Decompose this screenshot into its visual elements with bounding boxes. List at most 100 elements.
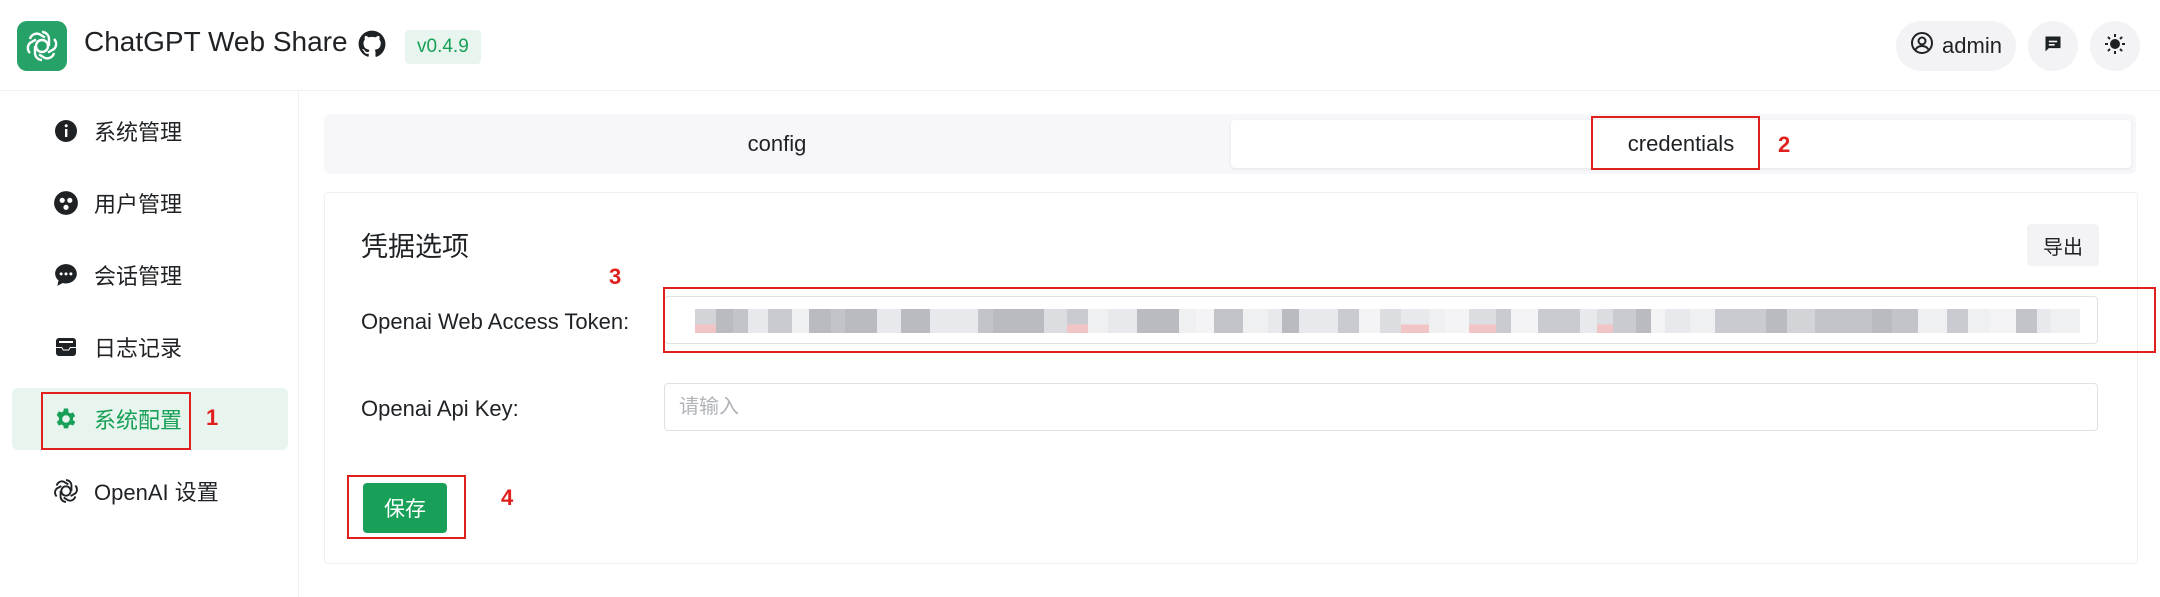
gear-icon — [52, 405, 80, 433]
info-icon — [52, 117, 80, 145]
annotation-number-2: 2 — [1778, 132, 1791, 157]
mosaic-block — [1196, 309, 1215, 333]
mosaic-block — [1359, 309, 1380, 333]
mosaic-block — [1635, 309, 1651, 333]
mosaic-block — [791, 309, 809, 333]
mosaic-block — [859, 309, 877, 333]
mosaic-block — [715, 309, 733, 333]
message-icon — [2043, 34, 2063, 59]
mosaic-block — [1650, 309, 1665, 333]
mosaic-block — [732, 309, 748, 333]
tab-credentials[interactable]: credentials — [1231, 120, 2131, 168]
mosaic-block — [900, 309, 930, 333]
mosaic-block — [1214, 309, 1244, 333]
api-key-field[interactable] — [664, 383, 2098, 431]
mosaic-block — [1579, 309, 1597, 333]
mosaic-block — [1108, 309, 1138, 333]
access-token-label: Openai Web Access Token: — [361, 309, 630, 334]
mosaic-block — [1428, 309, 1445, 333]
mosaic-block — [1947, 309, 1969, 333]
mosaic-block — [1243, 309, 1269, 333]
mosaic-block — [2051, 309, 2081, 333]
mosaic-block — [1020, 309, 1044, 333]
annotation-number-1: 1 — [206, 405, 219, 430]
sidebar-item-log-record[interactable]: 日志记录 — [12, 316, 288, 378]
chat-icon — [52, 261, 80, 289]
mosaic-block — [1558, 309, 1580, 333]
mosaic-block — [1324, 309, 1339, 333]
inbox-icon — [52, 333, 80, 361]
mosaic-block — [767, 309, 792, 333]
annotation-number-4: 4 — [501, 485, 514, 510]
sidebar-item-openai-settings[interactable]: OpenAI 设置 — [12, 460, 288, 522]
tab-bar: config credentials — [324, 114, 2136, 174]
openai-icon — [52, 477, 80, 505]
mosaic-block — [1766, 309, 1788, 333]
mosaic-block — [1179, 309, 1197, 333]
mosaic-block — [695, 309, 716, 333]
sidebar-item-system-manage[interactable]: 系统管理 — [12, 100, 288, 162]
mosaic-block — [1380, 309, 1401, 333]
mosaic-block — [1815, 309, 1831, 333]
users-icon — [52, 189, 80, 217]
mosaic-block — [1137, 309, 1159, 333]
mosaic-block — [2016, 309, 2038, 333]
mosaic-block — [1612, 309, 1636, 333]
access-token-field[interactable] — [664, 296, 2098, 344]
mosaic-block — [1468, 309, 1496, 333]
theme-toggle-button[interactable] — [2090, 21, 2140, 71]
mosaic-block — [1067, 309, 1089, 333]
mosaic-block — [1990, 309, 2017, 333]
mosaic-block — [1714, 309, 1734, 333]
mosaic-block — [1158, 309, 1180, 333]
export-button[interactable]: 导出 — [2027, 224, 2099, 266]
sidebar-item-system-config[interactable]: 系统配置 — [12, 388, 288, 450]
mosaic-block — [1892, 309, 1919, 333]
credentials-card: 凭据选项 导出 Openai Web Access Token: Openai … — [324, 192, 2138, 564]
mosaic-block — [1444, 309, 1469, 333]
mosaic-block — [1851, 309, 1873, 333]
mosaic-block — [1510, 309, 1538, 333]
tab-config[interactable]: config — [328, 120, 1226, 168]
mosaic-block — [1918, 309, 1948, 333]
mosaic-block — [1282, 309, 1300, 333]
masked-token-value — [695, 309, 2081, 333]
message-button[interactable] — [2028, 21, 2078, 71]
openai-logo-icon[interactable] — [17, 21, 67, 71]
mosaic-block — [1088, 309, 1109, 333]
mosaic-block — [1299, 309, 1325, 333]
sidebar-item-user-manage[interactable]: 用户管理 — [12, 172, 288, 234]
user-menu-button[interactable]: admin — [1896, 21, 2016, 71]
mosaic-block — [2037, 309, 2052, 333]
mosaic-block — [1664, 309, 1690, 333]
mosaic-block — [844, 309, 860, 333]
mosaic-block — [977, 309, 993, 333]
mosaic-block — [1596, 309, 1613, 333]
user-circle-icon — [1910, 31, 1934, 61]
mosaic-block — [951, 309, 978, 333]
mosaic-block — [992, 309, 1021, 333]
sidebar-item-label: 日志记录 — [94, 336, 183, 361]
sidebar-item-label: 用户管理 — [94, 192, 183, 217]
mosaic-block — [1872, 309, 1893, 333]
mosaic-block — [808, 309, 831, 333]
sun-icon — [2103, 32, 2127, 61]
api-key-input[interactable] — [665, 384, 2097, 430]
app-title: ChatGPT Web Share — [84, 26, 348, 57]
sidebar-item-label: OpenAI 设置 — [94, 480, 219, 505]
mosaic-block — [1968, 309, 1991, 333]
mosaic-block — [830, 309, 845, 333]
sidebar-item-conversation-manage[interactable]: 会话管理 — [12, 244, 288, 306]
sidebar-item-label: 系统配置 — [94, 408, 183, 433]
mosaic-block — [1689, 309, 1715, 333]
save-button[interactable]: 保存 — [363, 483, 447, 533]
sidebar-item-label: 系统管理 — [94, 120, 183, 145]
mosaic-block — [1338, 309, 1360, 333]
sidebar-item-label: 会话管理 — [94, 264, 183, 289]
version-badge: v0.4.9 — [405, 30, 481, 64]
card-title: 凭据选项 — [361, 232, 469, 262]
github-icon[interactable] — [358, 30, 388, 60]
sidebar: 系统管理 用户管理 会话管理 日志记录 系统配置 OpenAI 设置 — [0, 91, 299, 597]
mosaic-block — [1400, 309, 1429, 333]
user-name: admin — [1942, 33, 2002, 58]
